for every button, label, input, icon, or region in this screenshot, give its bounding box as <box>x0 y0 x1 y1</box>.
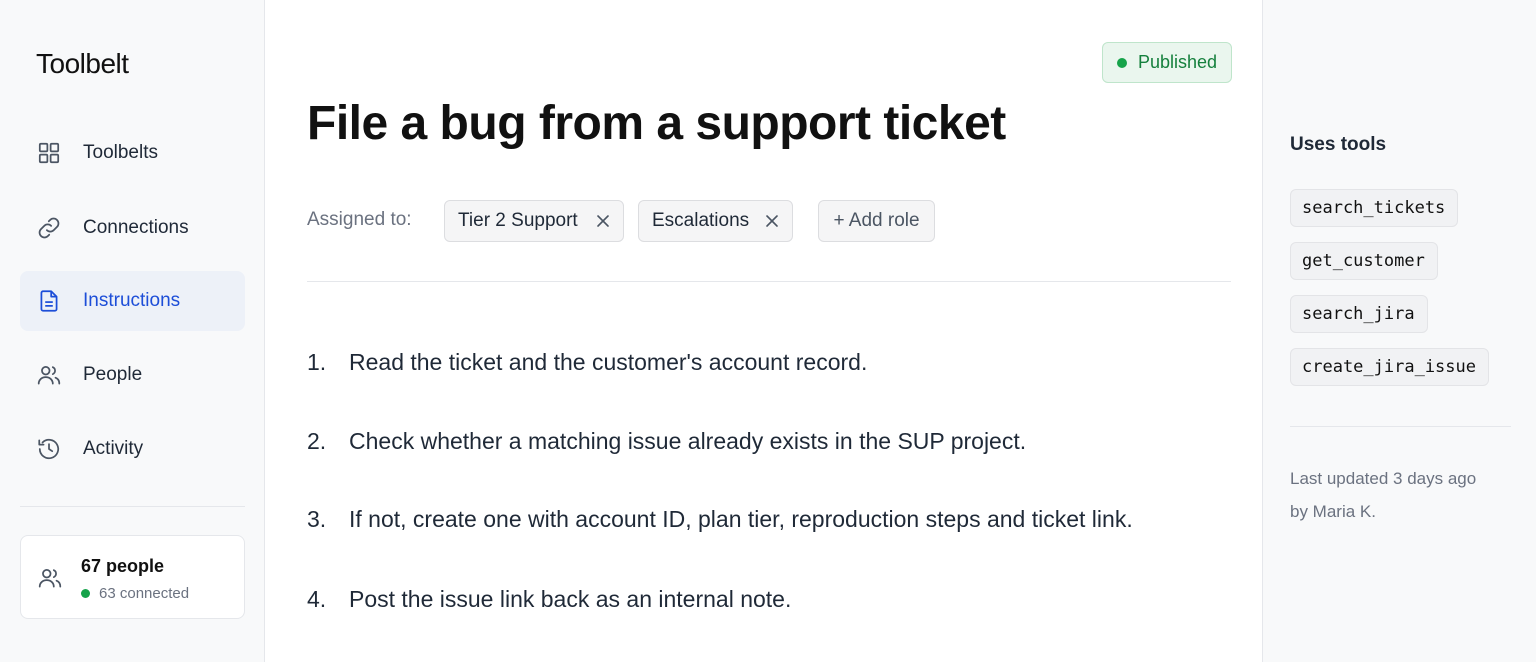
remove-role-icon[interactable] <box>595 213 611 229</box>
sidebar-item-label: Activity <box>83 438 144 459</box>
connected-status: 63 connected <box>81 585 189 602</box>
link-icon <box>36 215 62 241</box>
sidebar-item-activity[interactable]: Activity <box>20 419 245 479</box>
grid-icon <box>36 140 62 166</box>
sidebar-divider <box>20 506 245 507</box>
details-panel: Uses tools search_tickets get_customer s… <box>1262 0 1536 662</box>
tool-chip-search-tickets[interactable]: search_tickets <box>1290 189 1458 227</box>
last-updated-time: Last updated 3 days ago <box>1290 469 1477 488</box>
step-number: 1. <box>307 349 327 375</box>
sidebar-item-people[interactable]: People <box>20 345 245 405</box>
people-icon <box>37 565 63 591</box>
status-dot <box>81 589 90 598</box>
status-badge: Published <box>1102 42 1232 83</box>
content-divider <box>307 281 1231 282</box>
status-badge-label: Published <box>1138 52 1218 72</box>
sidebar-item-instructions[interactable]: Instructions <box>20 271 245 331</box>
assigned-to-label: Assigned to: <box>307 209 412 230</box>
step-text: Check whether a matching issue already e… <box>349 428 1027 454</box>
tool-chip-get-customer[interactable]: get_customer <box>1290 242 1438 280</box>
step-number: 4. <box>307 586 327 612</box>
main-content: Published File a bug from a support tick… <box>265 0 1262 662</box>
tool-chip-create-jira-issue[interactable]: create_jira_issue <box>1290 348 1489 386</box>
add-role-button[interactable]: + Add role <box>818 200 935 242</box>
sidebar-item-toolbelts[interactable]: Toolbelts <box>20 123 245 183</box>
instruction-step: 2. Check whether a matching issue already… <box>307 428 1026 455</box>
sidebar-item-label: People <box>83 364 143 385</box>
uses-tools-heading: Uses tools <box>1290 134 1387 155</box>
panel-divider <box>1290 426 1511 427</box>
history-icon <box>36 436 62 462</box>
document-icon <box>36 288 62 314</box>
sidebar-item-label: Toolbelts <box>83 142 158 163</box>
tool-chip-search-jira[interactable]: search_jira <box>1290 295 1428 333</box>
step-number: 2. <box>307 428 327 454</box>
sidebar-item-label: Instructions <box>83 290 181 311</box>
connected-count: 63 connected <box>99 585 190 602</box>
sidebar-item-connections[interactable]: Connections <box>20 198 245 258</box>
role-chip-label: Tier 2 Support <box>458 210 578 231</box>
people-icon <box>36 362 62 388</box>
sidebar-item-label: Connections <box>83 217 189 238</box>
role-chip-escalations: Escalations <box>638 200 793 242</box>
last-updated-info: Last updated 3 days ago by Maria K. <box>1290 462 1476 528</box>
step-text: Post the issue link back as an internal … <box>349 586 792 612</box>
instruction-step: 1. Read the ticket and the customer's acc… <box>307 349 867 376</box>
people-count: 67 people <box>81 556 165 576</box>
instruction-step: 3. If not, create one with account ID, pl… <box>307 506 1133 533</box>
role-chip-tier-2-support: Tier 2 Support <box>444 200 624 242</box>
step-number: 3. <box>307 506 327 532</box>
last-updated-author: by Maria K. <box>1290 502 1376 521</box>
page-title: File a bug from a support ticket <box>307 97 1006 150</box>
people-summary-card[interactable]: 67 people 63 connected <box>20 535 245 619</box>
step-text: Read the ticket and the customer's accou… <box>349 349 868 375</box>
instruction-step: 4. Post the issue link back as an interna… <box>307 586 791 613</box>
role-chip-label: Escalations <box>652 210 750 231</box>
app-window: Toolbelt Toolbelts Connections Instructi… <box>0 0 1536 662</box>
step-text: If not, create one with account ID, plan… <box>349 506 1133 532</box>
status-dot <box>1117 57 1127 68</box>
brand-logo: Toolbelt <box>36 48 129 79</box>
sidebar: Toolbelt Toolbelts Connections Instructi… <box>0 0 265 662</box>
remove-role-icon[interactable] <box>764 213 780 229</box>
